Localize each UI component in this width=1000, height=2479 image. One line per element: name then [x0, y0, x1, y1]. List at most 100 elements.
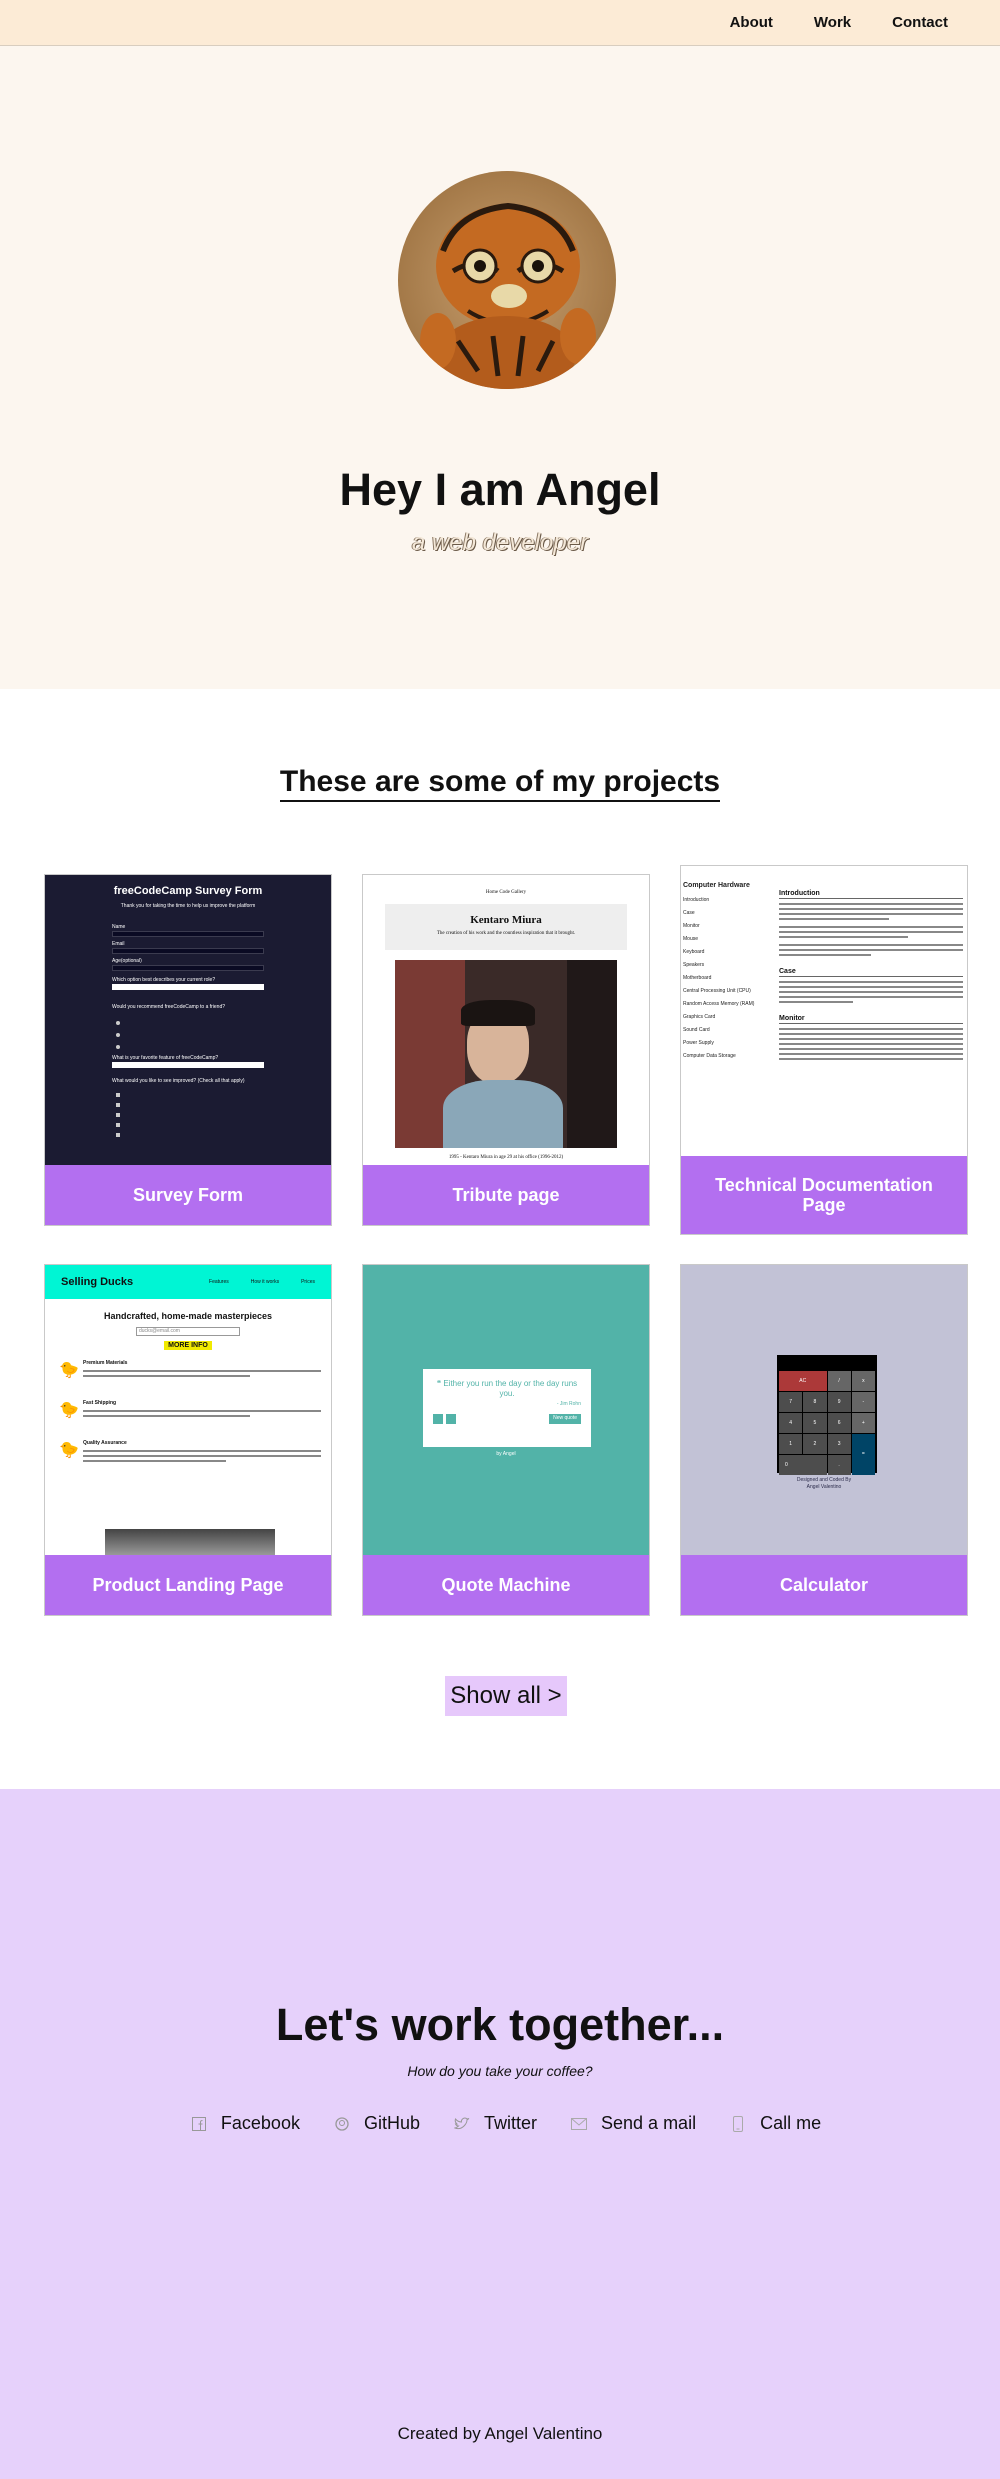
survey-subtitle: Thank you for taking the time to help us… — [120, 903, 256, 909]
tech-doc-section-heading: Monitor — [779, 1015, 963, 1024]
survey-fields: Name Email Age(optional) Which option be… — [112, 924, 264, 1137]
facebook-label: Facebook — [220, 2113, 300, 2133]
tech-doc-nav-link: Random Access Memory (RAM) — [683, 1001, 755, 1007]
nav-link-contact[interactable]: Contact — [892, 14, 948, 31]
quote-credit: by Angel — [496, 1451, 516, 1457]
project-label: Technical Documentation Page — [681, 1156, 967, 1234]
project-card-tribute-page[interactable]: Home Code Gallery Kentaro Miura The crea… — [362, 874, 650, 1226]
tech-doc-text-block — [779, 903, 963, 956]
project-card-product-landing-page[interactable]: Selling Ducks Features How it works Pric… — [44, 1264, 332, 1616]
facebook-icon — [191, 2116, 207, 2132]
phone-label: Call me — [760, 2113, 822, 2133]
projects-heading: These are some of my projects — [0, 765, 1000, 802]
github-icon — [334, 2116, 350, 2132]
survey-select — [112, 984, 264, 990]
calculator-credit: Designed and Coded By — [796, 1477, 852, 1483]
duck-icon: 🐤 — [59, 1402, 79, 1419]
survey-input — [112, 931, 264, 937]
nav-link-about[interactable]: About — [730, 14, 773, 31]
calculator-body: AC / x 7 8 9 - 4 5 6 + 1 2 3 = 0 . — [777, 1355, 877, 1475]
landing-header: Selling Ducks Features How it works Pric… — [45, 1265, 331, 1299]
landing-feature: 🐤 Fast Shipping — [59, 1400, 321, 1420]
duck-icon: 🐤 — [59, 1362, 79, 1379]
calculator-thumbnail: AC / x 7 8 9 - 4 5 6 + 1 2 3 = 0 . Desig… — [681, 1265, 967, 1555]
contact-heading: Let's work together... — [275, 1999, 725, 2050]
new-quote-button: New quote — [549, 1414, 581, 1424]
tech-doc-section-heading: Case — [779, 968, 963, 977]
landing-menu-item: Prices — [301, 1278, 315, 1285]
tech-doc-nav-link: Motherboard — [683, 975, 712, 981]
tech-doc-nav-link: Power Supply — [683, 1040, 714, 1046]
twitter-icon — [454, 2116, 470, 2132]
tech-doc-nav-link: Case — [683, 910, 695, 916]
project-card-calculator[interactable]: AC / x 7 8 9 - 4 5 6 + 1 2 3 = 0 . Desig… — [680, 1264, 968, 1616]
survey-field-label: Age(optional) — [112, 958, 142, 964]
tech-doc-nav-link: Sound Card — [683, 1027, 710, 1033]
tech-doc-sidebar: Computer Hardware Introduction Case Moni… — [681, 866, 771, 1156]
landing-video — [105, 1529, 275, 1555]
project-card-quote-machine[interactable]: ❝ Either you run the day or the day runs… — [362, 1264, 650, 1616]
mail-icon — [571, 2116, 588, 2132]
hero-subtitle: a web developer — [411, 529, 589, 556]
survey-field-label: What is your favorite feature of freeCod… — [112, 1055, 219, 1061]
footer-credit: Created by Angel Valentino — [397, 2424, 603, 2443]
landing-headline: Handcrafted, home-made masterpieces — [103, 1311, 273, 1321]
survey-field-label: Email — [112, 941, 125, 947]
tech-doc-sidebar-title: Computer Hardware — [683, 882, 750, 889]
phone-link[interactable]: Call me — [718, 2113, 821, 2134]
tech-doc-nav-link: Mouse — [683, 936, 699, 942]
landing-menu-item: How it works — [250, 1278, 280, 1285]
landing-feature: 🐤 Premium Materials — [59, 1360, 321, 1380]
survey-checkbox-group — [116, 1093, 264, 1137]
survey-field-label: What would you like to see improved? (Ch… — [112, 1078, 245, 1084]
facebook-link[interactable]: Facebook — [179, 2113, 300, 2134]
product-landing-thumbnail: Selling Ducks Features How it works Pric… — [45, 1265, 331, 1555]
quote-author: - Jim Rohn — [556, 1401, 581, 1407]
tech-doc-nav-link: Speakers — [683, 962, 705, 968]
project-label: Product Landing Page — [45, 1555, 331, 1615]
avatar — [398, 171, 616, 389]
mail-label: Send a mail — [601, 2113, 697, 2133]
landing-brand: Selling Ducks — [61, 1276, 134, 1288]
nav-link-work[interactable]: Work — [814, 14, 851, 31]
quote-actions: New quote — [433, 1414, 581, 1424]
landing-email-input: ducks@email.com — [136, 1327, 240, 1336]
tribute-caption: The creation of his work and the countle… — [436, 931, 576, 936]
quote-machine-thumbnail: ❝ Either you run the day or the day runs… — [363, 1265, 649, 1555]
hero-section: Hey I am Angel a web developer — [0, 46, 1000, 689]
quote-text: ❝ Either you run the day or the day runs… — [436, 1379, 578, 1398]
project-label: Tribute page — [363, 1165, 649, 1225]
duck-icon: 🐤 — [59, 1442, 79, 1459]
tech-doc-text-block — [779, 1028, 963, 1060]
tech-doc-thumbnail: Computer Hardware Introduction Case Moni… — [681, 866, 967, 1156]
contact-tagline: How do you take your coffee? — [407, 2063, 593, 2079]
landing-features: 🐤 Premium Materials 🐤 Fast Shipping 🐤 Qu… — [45, 1350, 331, 1462]
project-card-technical-documentation[interactable]: Computer Hardware Introduction Case Moni… — [680, 865, 968, 1235]
tiger-illustration — [398, 171, 616, 389]
tribute-page-thumbnail: Home Code Gallery Kentaro Miura The crea… — [363, 875, 649, 1165]
github-label: GitHub — [363, 2113, 420, 2133]
twitter-link[interactable]: Twitter — [442, 2113, 537, 2134]
mail-link[interactable]: Send a mail — [559, 2113, 696, 2134]
tumblr-icon — [446, 1414, 456, 1424]
project-label: Calculator — [681, 1555, 967, 1615]
tech-doc-nav-link: Computer Data Storage — [683, 1053, 736, 1059]
survey-input — [112, 948, 264, 954]
survey-radio-group — [116, 1021, 264, 1049]
tech-doc-nav-link: Monitor — [683, 923, 700, 929]
github-link[interactable]: GitHub — [322, 2113, 420, 2134]
tech-doc-main: Introduction Case Monitor — [771, 866, 967, 1156]
survey-field-label: Would you recommend freeCodeCamp to a fr… — [112, 1004, 226, 1010]
tribute-nav: Home Code Gallery — [485, 890, 527, 895]
tech-doc-section-heading: Introduction — [779, 890, 963, 899]
tech-doc-nav-link: Central Processing Unit (CPU) — [683, 988, 751, 994]
survey-field-label: Which option best describes your current… — [112, 977, 216, 983]
twitter-label: Twitter — [484, 2113, 538, 2133]
landing-feature: 🐤 Quality Assurance — [59, 1440, 321, 1462]
landing-cta-button: MORE INFO — [164, 1341, 212, 1350]
project-label: Quote Machine — [363, 1555, 649, 1615]
show-all-button[interactable]: Show all > — [445, 1676, 567, 1716]
tribute-footer: 1995 - Kentaro Miura in age 29 at his of… — [448, 1155, 564, 1160]
project-card-survey-form[interactable]: freeCodeCamp Survey Form Thank you for t… — [44, 874, 332, 1226]
tech-doc-nav-link: Keyboard — [683, 949, 705, 955]
